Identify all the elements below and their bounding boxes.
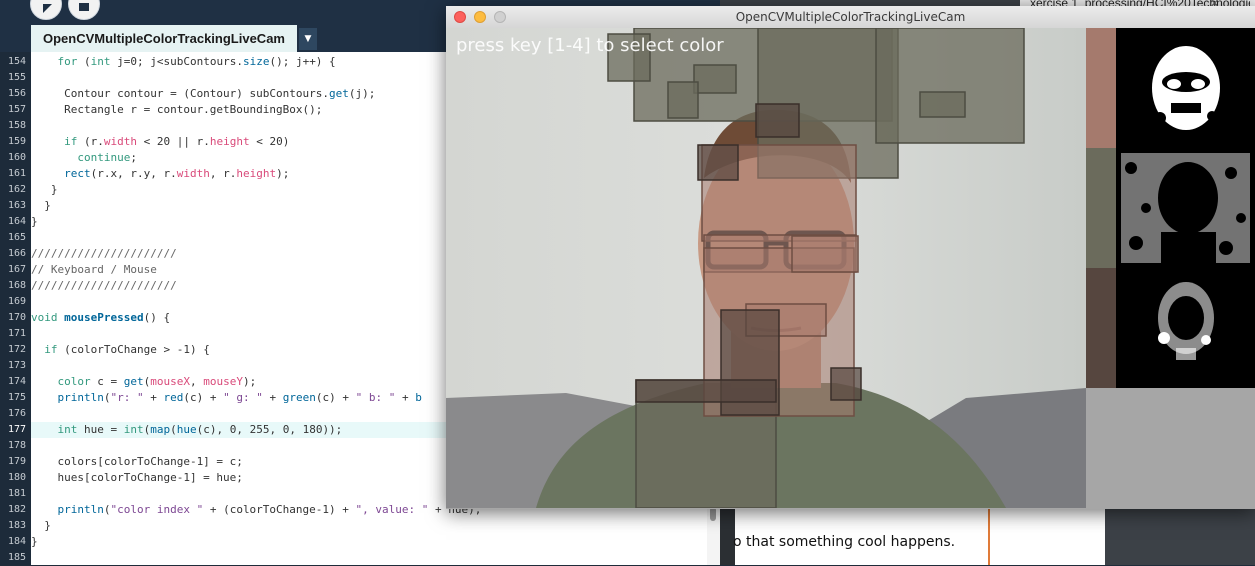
line-number: 181 [7, 488, 26, 499]
line-number: 170 [7, 312, 26, 323]
line-number: 167 [7, 264, 26, 275]
empty-panel [1086, 388, 1255, 508]
tab-sketch[interactable]: OpenCVMultipleColorTrackingLiveCam [31, 25, 297, 52]
color-swatch-3 [1086, 268, 1116, 388]
line-number: 160 [7, 152, 26, 163]
sketch-window[interactable]: OpenCVMultipleColorTrackingLiveCam press… [446, 6, 1255, 509]
mask-preview-3 [1116, 268, 1255, 388]
document-text: o that something cool happens. [733, 534, 956, 550]
line-number-gutter: 154 155 156 157 158 159 160 161 162 163 164 165 166 1… [0, 52, 31, 565]
line-number: 175 [7, 392, 26, 403]
line-number: 171 [7, 328, 26, 339]
line-number: 174 [7, 376, 26, 387]
line-number: 177 [7, 424, 26, 435]
color-swatch-1 [1086, 28, 1116, 148]
line-number: 172 [7, 344, 26, 355]
play-icon [43, 4, 52, 13]
line-number: 179 [7, 456, 26, 467]
camera-feed[interactable]: press key [1-4] to select color [446, 28, 1086, 508]
color-swatch-2 [1086, 148, 1116, 268]
chevron-down-icon: ▼ [304, 34, 312, 44]
line-number: 165 [7, 232, 26, 243]
line-number: 155 [7, 72, 26, 83]
line-number: 164 [7, 216, 26, 227]
line-number: 161 [7, 168, 26, 179]
line-number: 176 [7, 408, 26, 419]
mask-preview-2 [1116, 148, 1255, 268]
window-titlebar[interactable]: OpenCVMultipleColorTrackingLiveCam [446, 6, 1255, 29]
line-number: 166 [7, 248, 26, 259]
webcam-image [446, 28, 1086, 508]
scrollbar-thumb[interactable] [710, 507, 716, 521]
line-number: 156 [7, 88, 26, 99]
code-line[interactable] [31, 550, 707, 565]
line-number: 169 [7, 296, 26, 307]
instruction-overlay: press key [1-4] to select color [456, 35, 724, 56]
line-number: 178 [7, 440, 26, 451]
run-button[interactable] [30, 0, 62, 20]
line-number: 162 [7, 184, 26, 195]
line-number: 163 [7, 200, 26, 211]
line-number: 185 [7, 552, 26, 563]
line-number: 157 [7, 104, 26, 115]
tab-menu-button[interactable]: ▼ [299, 28, 317, 50]
code-line[interactable]: } [31, 534, 707, 550]
line-number: 158 [7, 120, 26, 131]
line-number: 180 [7, 472, 26, 483]
line-number: 173 [7, 360, 26, 371]
line-number: 183 [7, 520, 26, 531]
line-number: 182 [7, 504, 26, 515]
line-number: 159 [7, 136, 26, 147]
window-title: OpenCVMultipleColorTrackingLiveCam [735, 10, 966, 24]
stop-button[interactable] [68, 0, 100, 20]
line-number: 168 [7, 280, 26, 291]
line-number: 184 [7, 536, 26, 547]
margin-line [988, 508, 990, 565]
line-number: 154 [7, 56, 26, 67]
mask-preview-1 [1116, 28, 1255, 148]
code-line[interactable]: } [31, 518, 707, 534]
stop-icon [79, 3, 89, 11]
